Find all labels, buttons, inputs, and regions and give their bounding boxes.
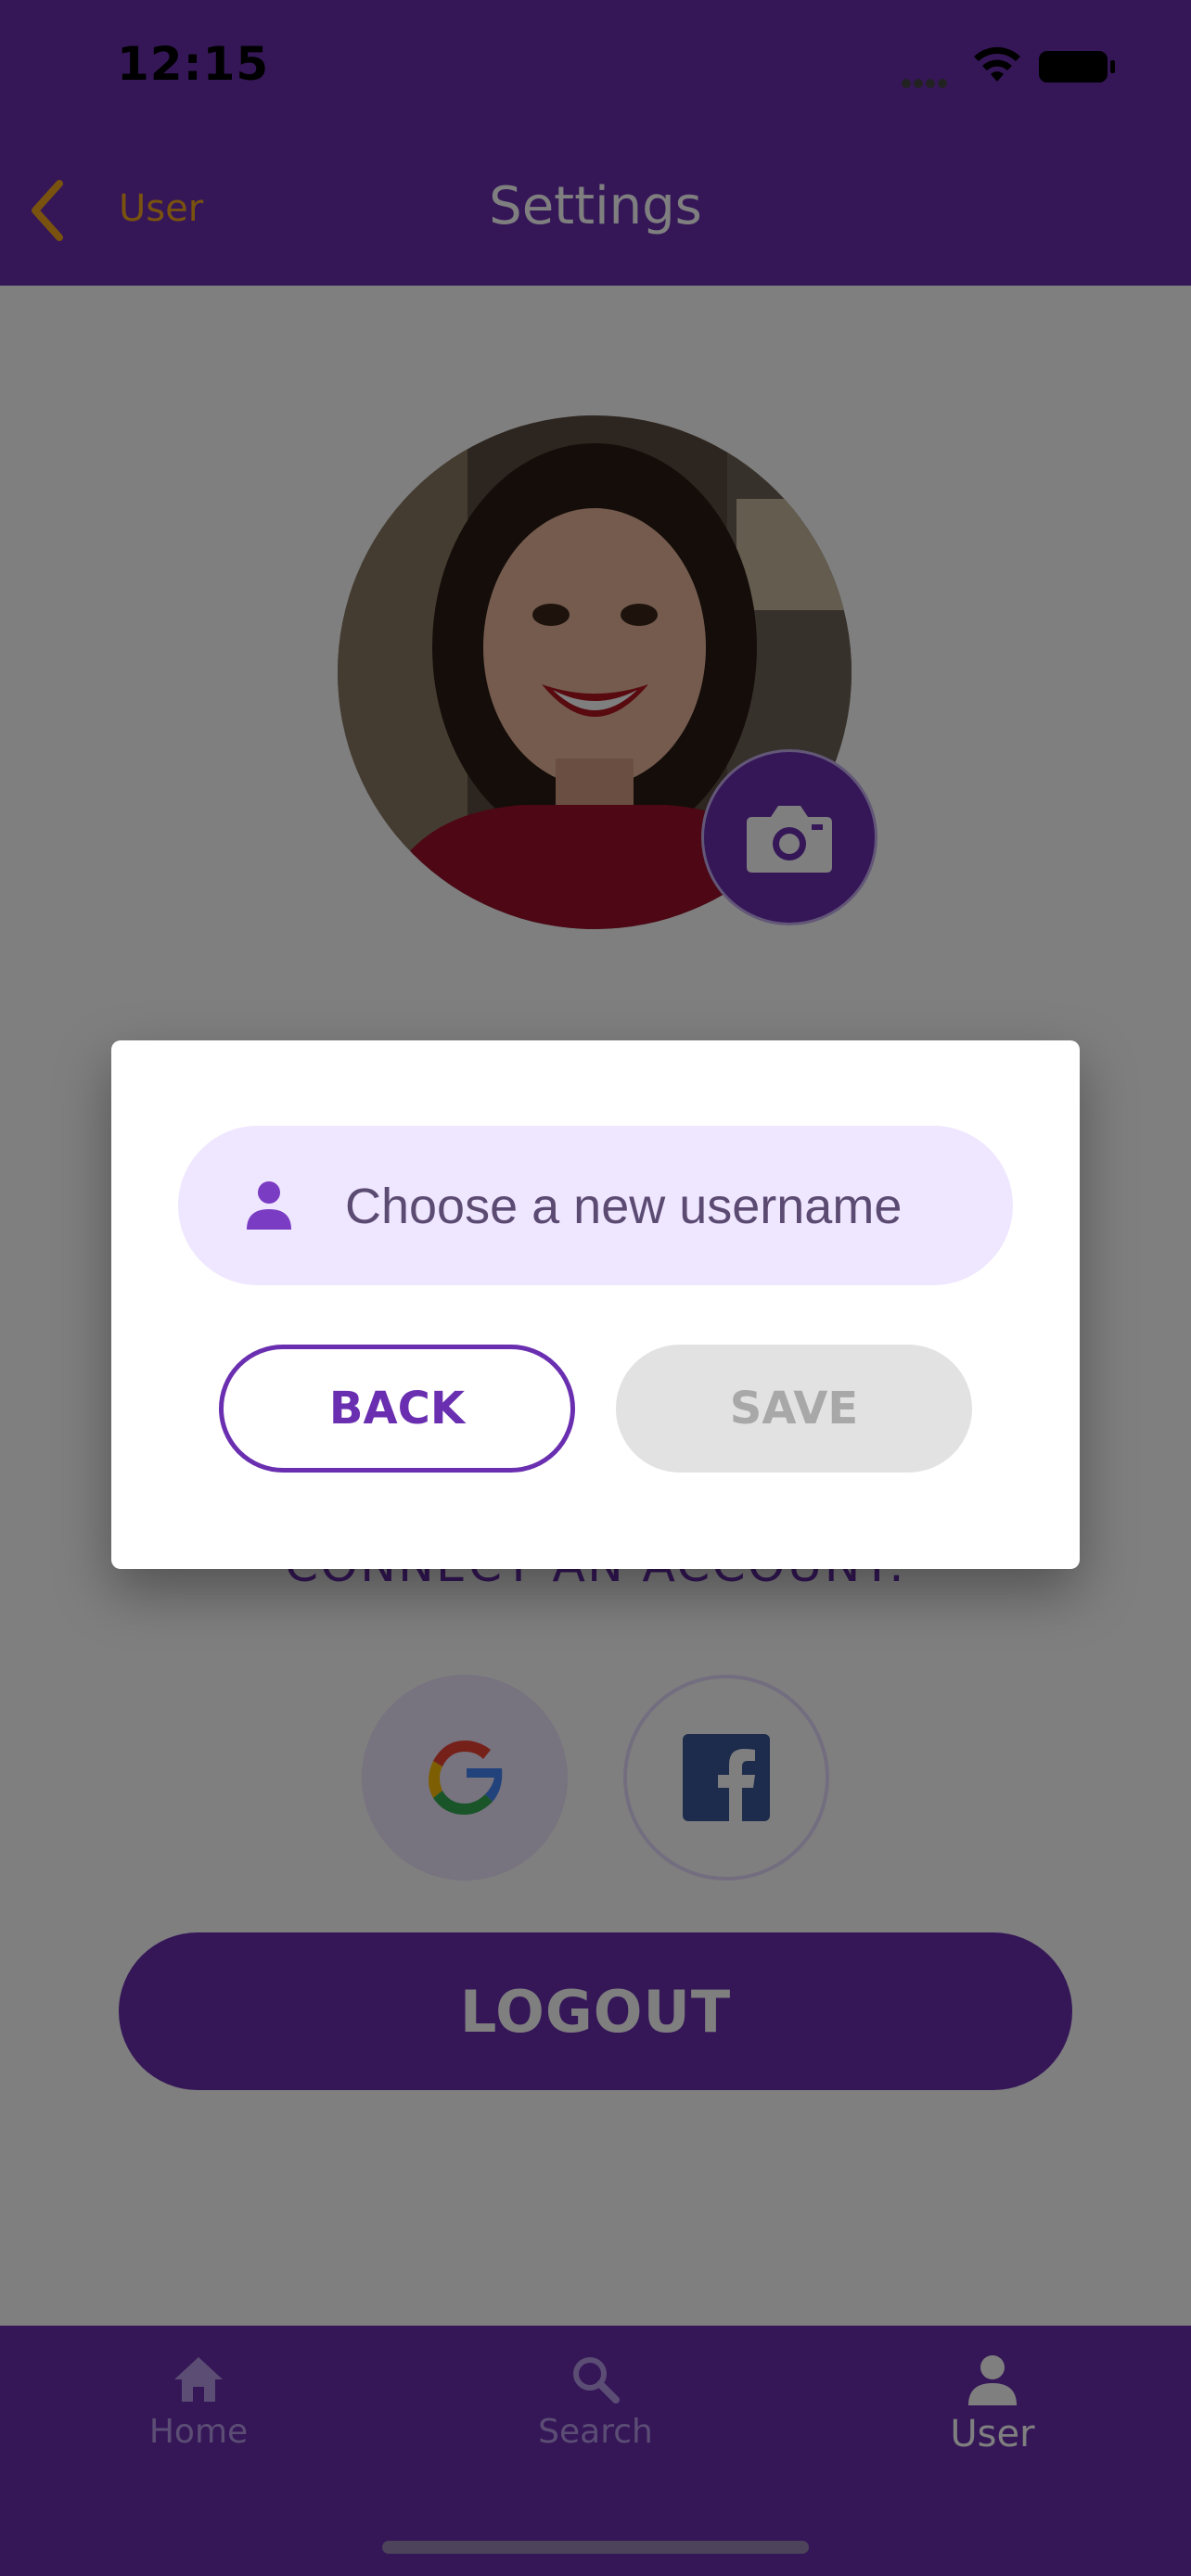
save-button[interactable]: SAVE (616, 1345, 972, 1473)
back-button[interactable]: BACK (219, 1345, 575, 1473)
change-username-dialog: BACK SAVE (111, 1040, 1080, 1569)
username-input[interactable] (343, 1126, 978, 1287)
user-icon (247, 1181, 291, 1230)
username-field[interactable] (178, 1126, 1013, 1287)
